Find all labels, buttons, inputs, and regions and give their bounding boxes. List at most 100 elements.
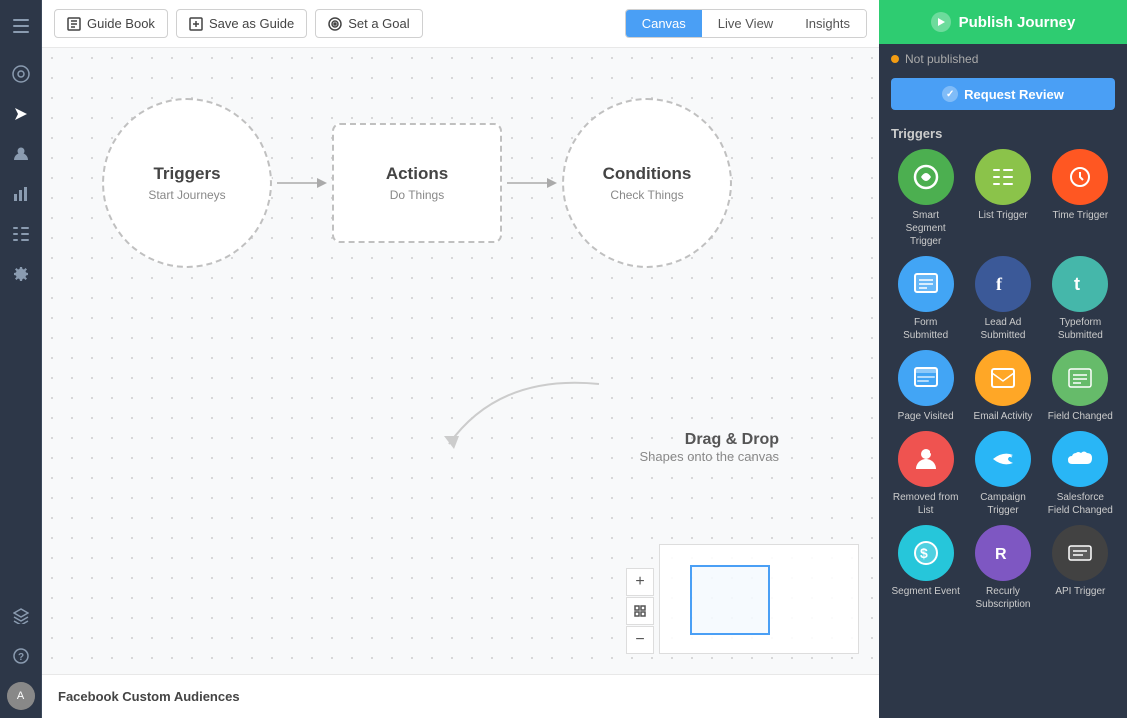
- trigger-icon-time-trigger: [1052, 149, 1108, 205]
- trigger-item-time-trigger[interactable]: Time Trigger: [1046, 149, 1115, 248]
- publish-journey-button[interactable]: Publish Journey: [879, 0, 1127, 44]
- sidebar-icon-analytics[interactable]: [3, 176, 39, 212]
- trigger-icon-segment-event: $: [898, 525, 954, 581]
- trigger-label-api-trigger: API Trigger: [1055, 585, 1105, 598]
- trigger-item-typeform[interactable]: t Typeform Submitted: [1046, 256, 1115, 342]
- drag-hint-title: Drag & Drop: [640, 431, 780, 449]
- drag-drop-hint: Drag & Drop Shapes onto the canvas: [640, 431, 780, 464]
- trigger-item-email-activity[interactable]: Email Activity: [968, 350, 1037, 423]
- trigger-item-segment-event[interactable]: $ Segment Event: [891, 525, 960, 611]
- trigger-item-recurly[interactable]: R Recurly Subscription: [968, 525, 1037, 611]
- trigger-item-field-changed[interactable]: Field Changed: [1046, 350, 1115, 423]
- trigger-label-typeform: Typeform Submitted: [1046, 316, 1115, 342]
- tab-insights[interactable]: Insights: [789, 10, 866, 37]
- sidebar-icon-settings[interactable]: [3, 256, 39, 292]
- toolbar: Guide Book Save as Guide Set a Goal Canv…: [42, 0, 879, 48]
- trigger-icon-email-activity: [975, 350, 1031, 406]
- svg-text:?: ?: [17, 652, 23, 663]
- save-as-guide-button[interactable]: Save as Guide: [176, 9, 307, 38]
- trigger-icon-campaign-trigger: [975, 431, 1031, 487]
- save-as-guide-label: Save as Guide: [209, 16, 294, 31]
- svg-text:$: $: [920, 545, 928, 561]
- guide-book-label: Guide Book: [87, 16, 155, 31]
- publish-icon: [931, 12, 951, 32]
- actions-node-title: Actions: [386, 164, 448, 184]
- sidebar-icon-send[interactable]: [3, 96, 39, 132]
- tab-canvas[interactable]: Canvas: [626, 10, 702, 37]
- trigger-icon-api-trigger: [1052, 525, 1108, 581]
- bottom-bar: Facebook Custom Audiences: [42, 674, 879, 718]
- trigger-item-salesforce-field[interactable]: Salesforce Field Changed: [1046, 431, 1115, 517]
- view-tabs: Canvas Live View Insights: [625, 9, 867, 38]
- sidebar-icon-menu[interactable]: [3, 8, 39, 44]
- trigger-label-lead-ad: Lead Ad Submitted: [968, 316, 1037, 342]
- mini-map-viewport: [690, 565, 770, 635]
- flow-arrow-1: [272, 173, 332, 193]
- zoom-controls: + −: [626, 568, 654, 654]
- trigger-label-campaign-trigger: Campaign Trigger: [968, 491, 1037, 517]
- trigger-label-recurly: Recurly Subscription: [968, 585, 1037, 611]
- trigger-item-list-trigger[interactable]: List Trigger: [968, 149, 1037, 248]
- right-sidebar: Publish Journey Not published ✓ Request …: [879, 0, 1127, 718]
- trigger-label-segment-event: Segment Event: [891, 585, 959, 598]
- trigger-icon-list-trigger: [975, 149, 1031, 205]
- trigger-item-lead-ad[interactable]: f Lead Ad Submitted: [968, 256, 1037, 342]
- status-label: Not published: [905, 52, 978, 66]
- guide-book-button[interactable]: Guide Book: [54, 9, 168, 38]
- actions-node: Actions Do Things: [332, 123, 502, 243]
- trigger-item-page-visited[interactable]: Page Visited: [891, 350, 960, 423]
- check-icon: ✓: [942, 86, 958, 102]
- trigger-item-removed-from-list[interactable]: Removed from List: [891, 431, 960, 517]
- trigger-icon-salesforce-field: [1052, 431, 1108, 487]
- actions-node-sub: Do Things: [390, 188, 444, 202]
- trigger-item-smart-segment[interactable]: Smart Segment Trigger: [891, 149, 960, 248]
- triggers-section-title: Triggers: [891, 126, 1115, 141]
- trigger-icon-form-submitted: [898, 256, 954, 312]
- canvas-area[interactable]: Triggers Start Journeys Actions Do Thing…: [42, 48, 879, 674]
- trigger-label-field-changed: Field Changed: [1048, 410, 1113, 423]
- trigger-label-page-visited: Page Visited: [898, 410, 954, 423]
- left-sidebar: ? A: [0, 0, 42, 718]
- mini-map[interactable]: [659, 544, 859, 654]
- request-review-button[interactable]: ✓ Request Review: [891, 78, 1115, 110]
- sidebar-icon-learn[interactable]: [3, 598, 39, 634]
- zoom-out-button[interactable]: −: [626, 626, 654, 654]
- zoom-fit-button[interactable]: [626, 597, 654, 625]
- drag-hint-sub: Shapes onto the canvas: [640, 449, 780, 464]
- triggers-node: Triggers Start Journeys: [102, 98, 272, 268]
- trigger-label-form-submitted: Form Submitted: [891, 316, 960, 342]
- trigger-item-api-trigger[interactable]: API Trigger: [1046, 525, 1115, 611]
- sidebar-icon-contacts[interactable]: [3, 136, 39, 172]
- trigger-icon-recurly: R: [975, 525, 1031, 581]
- sidebar-icon-lists[interactable]: [3, 216, 39, 252]
- trigger-item-form-submitted[interactable]: Form Submitted: [891, 256, 960, 342]
- triggers-node-sub: Start Journeys: [148, 188, 225, 202]
- main-area: Guide Book Save as Guide Set a Goal Canv…: [42, 0, 879, 718]
- sidebar-icon-journey[interactable]: [3, 56, 39, 92]
- triggers-grid: Smart Segment Trigger List Trigger Time Tr…: [891, 149, 1115, 619]
- trigger-item-campaign-trigger[interactable]: Campaign Trigger: [968, 431, 1037, 517]
- right-sidebar-scroll[interactable]: Triggers Smart Segment Trigger List Trigg…: [879, 118, 1127, 718]
- trigger-label-email-activity: Email Activity: [974, 410, 1033, 423]
- bottom-bar-label: Facebook Custom Audiences: [58, 689, 240, 704]
- publish-btn-label: Publish Journey: [959, 14, 1076, 31]
- trigger-icon-field-changed: [1052, 350, 1108, 406]
- svg-text:t: t: [1074, 274, 1080, 294]
- trigger-label-time-trigger: Time Trigger: [1052, 209, 1108, 222]
- trigger-icon-typeform: t: [1052, 256, 1108, 312]
- flow-arrow-2: [502, 173, 562, 193]
- trigger-icon-lead-ad: f: [975, 256, 1031, 312]
- conditions-node: Conditions Check Things: [562, 98, 732, 268]
- sidebar-icon-help[interactable]: ?: [3, 638, 39, 674]
- sidebar-avatar[interactable]: A: [7, 682, 35, 710]
- set-a-goal-label: Set a Goal: [348, 16, 409, 31]
- conditions-node-title: Conditions: [603, 164, 692, 184]
- request-review-label: Request Review: [964, 87, 1064, 102]
- tab-live-view[interactable]: Live View: [702, 10, 789, 37]
- trigger-label-removed-from-list: Removed from List: [891, 491, 960, 517]
- set-a-goal-button[interactable]: Set a Goal: [315, 9, 422, 38]
- trigger-label-list-trigger: List Trigger: [978, 209, 1027, 222]
- flow-diagram: Triggers Start Journeys Actions Do Thing…: [102, 98, 732, 268]
- triggers-node-title: Triggers: [153, 164, 220, 184]
- zoom-in-button[interactable]: +: [626, 568, 654, 596]
